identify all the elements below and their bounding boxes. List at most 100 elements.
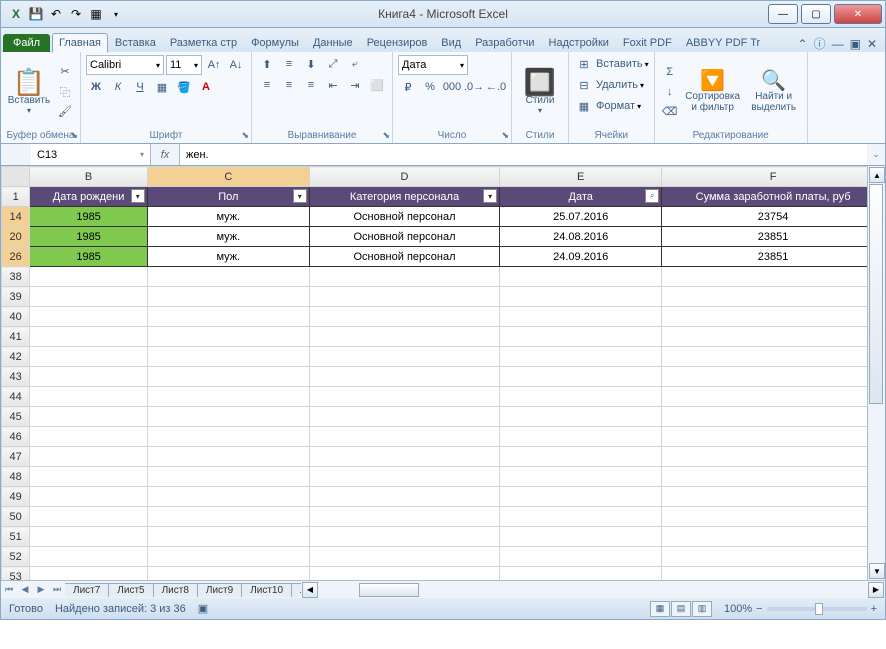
dialog-launcher-icon[interactable]: ⬊ [501, 130, 509, 141]
cell[interactable] [500, 367, 662, 387]
inc-decimal-icon[interactable]: .0→ [464, 78, 484, 96]
cell[interactable] [500, 287, 662, 307]
row-header[interactable]: 43 [2, 367, 30, 387]
italic-icon[interactable]: К [108, 78, 128, 96]
cell[interactable] [500, 547, 662, 567]
sort-filter-button[interactable]: 🔽 Сортировка и фильтр [683, 55, 743, 128]
align-left-icon[interactable]: ≡ [257, 76, 277, 94]
scroll-right-icon[interactable]: ▶ [868, 582, 884, 598]
cell[interactable]: 24.09.2016 [500, 247, 662, 267]
cell[interactable] [30, 267, 147, 287]
cell[interactable] [30, 547, 147, 567]
orientation-icon[interactable]: ⤢ [323, 55, 343, 73]
tab-abbyy[interactable]: ABBYY PDF Tr [679, 33, 767, 52]
grid-table[interactable]: B C D E F 1 Дата рождени▾ Пол▾ Категория… [1, 166, 885, 598]
dialog-launcher-icon[interactable]: ⬊ [241, 130, 249, 141]
wrap-text-icon[interactable]: ⤶ [345, 55, 365, 73]
cell[interactable] [662, 347, 885, 367]
cell[interactable] [662, 547, 885, 567]
cell[interactable] [500, 467, 662, 487]
col-header-e[interactable]: E [500, 167, 662, 187]
cell[interactable] [500, 307, 662, 327]
sheet-tab[interactable]: Лист5 [108, 583, 153, 597]
insert-icon[interactable]: ⊞ [574, 55, 594, 73]
cell[interactable] [309, 307, 499, 327]
maximize-button[interactable]: ▢ [801, 4, 831, 24]
cell[interactable] [500, 387, 662, 407]
align-bottom-icon[interactable]: ⬇ [301, 55, 321, 73]
cell[interactable] [662, 467, 885, 487]
fill-icon[interactable]: ↓ [660, 83, 680, 101]
cell[interactable] [500, 447, 662, 467]
find-select-button[interactable]: 🔍 Найти и выделить [746, 55, 802, 128]
tab-insert[interactable]: Вставка [108, 33, 163, 52]
indent-dec-icon[interactable]: ⇤ [323, 76, 343, 94]
cell[interactable] [147, 427, 309, 447]
cell[interactable]: муж. [147, 227, 309, 247]
cell[interactable] [309, 447, 499, 467]
copy-icon[interactable]: ⿻ [55, 83, 75, 101]
minimize-ribbon-icon[interactable]: ⌃ [798, 37, 808, 51]
row-header[interactable]: 46 [2, 427, 30, 447]
merge-icon[interactable]: ⬜ [367, 76, 387, 94]
cell[interactable] [147, 487, 309, 507]
select-all-corner[interactable] [2, 167, 30, 187]
cell[interactable] [147, 527, 309, 547]
cell[interactable] [147, 547, 309, 567]
accounting-icon[interactable]: ₽ [398, 78, 418, 96]
sheet-tab[interactable]: Лист7 [65, 583, 109, 597]
cell[interactable] [30, 287, 147, 307]
sheet-tab[interactable]: Лист11 [291, 583, 301, 597]
dialog-launcher-icon[interactable]: ⬊ [382, 130, 390, 141]
insert-label[interactable]: Вставить [596, 58, 643, 70]
sheet-prev-icon[interactable]: ◀ [17, 584, 33, 595]
cell[interactable] [147, 267, 309, 287]
cell[interactable] [662, 407, 885, 427]
cell[interactable] [662, 287, 885, 307]
underline-icon[interactable]: Ч [130, 78, 150, 96]
cell[interactable] [147, 367, 309, 387]
zoom-in-icon[interactable]: + [871, 603, 877, 615]
cell[interactable] [500, 327, 662, 347]
save-icon[interactable]: 💾 [27, 5, 45, 23]
cell[interactable]: Основной персонал [309, 227, 499, 247]
cell[interactable] [662, 267, 885, 287]
cell[interactable] [500, 427, 662, 447]
workbook-minimize-icon[interactable]: — [832, 37, 844, 51]
sheet-tab[interactable]: Лист9 [197, 583, 242, 597]
row-header[interactable]: 26 [2, 247, 30, 267]
help-icon[interactable]: ⓘ [814, 35, 826, 52]
cell[interactable] [500, 347, 662, 367]
cell[interactable] [147, 467, 309, 487]
qat-dropdown-icon[interactable]: ▾ [107, 5, 125, 23]
cell[interactable] [500, 487, 662, 507]
cell[interactable] [30, 447, 147, 467]
cell[interactable] [147, 327, 309, 347]
scroll-thumb[interactable] [869, 184, 883, 404]
tab-addins[interactable]: Надстройки [542, 33, 616, 52]
cell[interactable]: 1985 [30, 207, 147, 227]
delete-icon[interactable]: ⊟ [574, 76, 594, 94]
cell[interactable] [30, 407, 147, 427]
close-button[interactable]: ✕ [834, 4, 882, 24]
scroll-thumb[interactable] [359, 583, 419, 597]
cell[interactable]: 1985 [30, 247, 147, 267]
delete-label[interactable]: Удалить [596, 79, 638, 91]
cell[interactable] [147, 287, 309, 307]
workbook-restore-icon[interactable]: ▣ [850, 37, 861, 51]
cell[interactable] [30, 487, 147, 507]
cell[interactable] [147, 407, 309, 427]
page-layout-icon[interactable]: ▤ [671, 601, 691, 617]
col-header-d[interactable]: D [309, 167, 499, 187]
format-painter-icon[interactable]: 🖌 [55, 103, 75, 121]
normal-view-icon[interactable]: ▦ [650, 601, 670, 617]
cell[interactable] [147, 347, 309, 367]
filter-active-icon[interactable]: ⌕ [645, 189, 659, 203]
qat-item-icon[interactable]: ▦ [87, 5, 105, 23]
row-header[interactable]: 20 [2, 227, 30, 247]
tab-data[interactable]: Данные [306, 33, 360, 52]
cell[interactable] [309, 367, 499, 387]
row-header[interactable]: 40 [2, 307, 30, 327]
row-header[interactable]: 41 [2, 327, 30, 347]
tab-layout[interactable]: Разметка стр [163, 33, 244, 52]
